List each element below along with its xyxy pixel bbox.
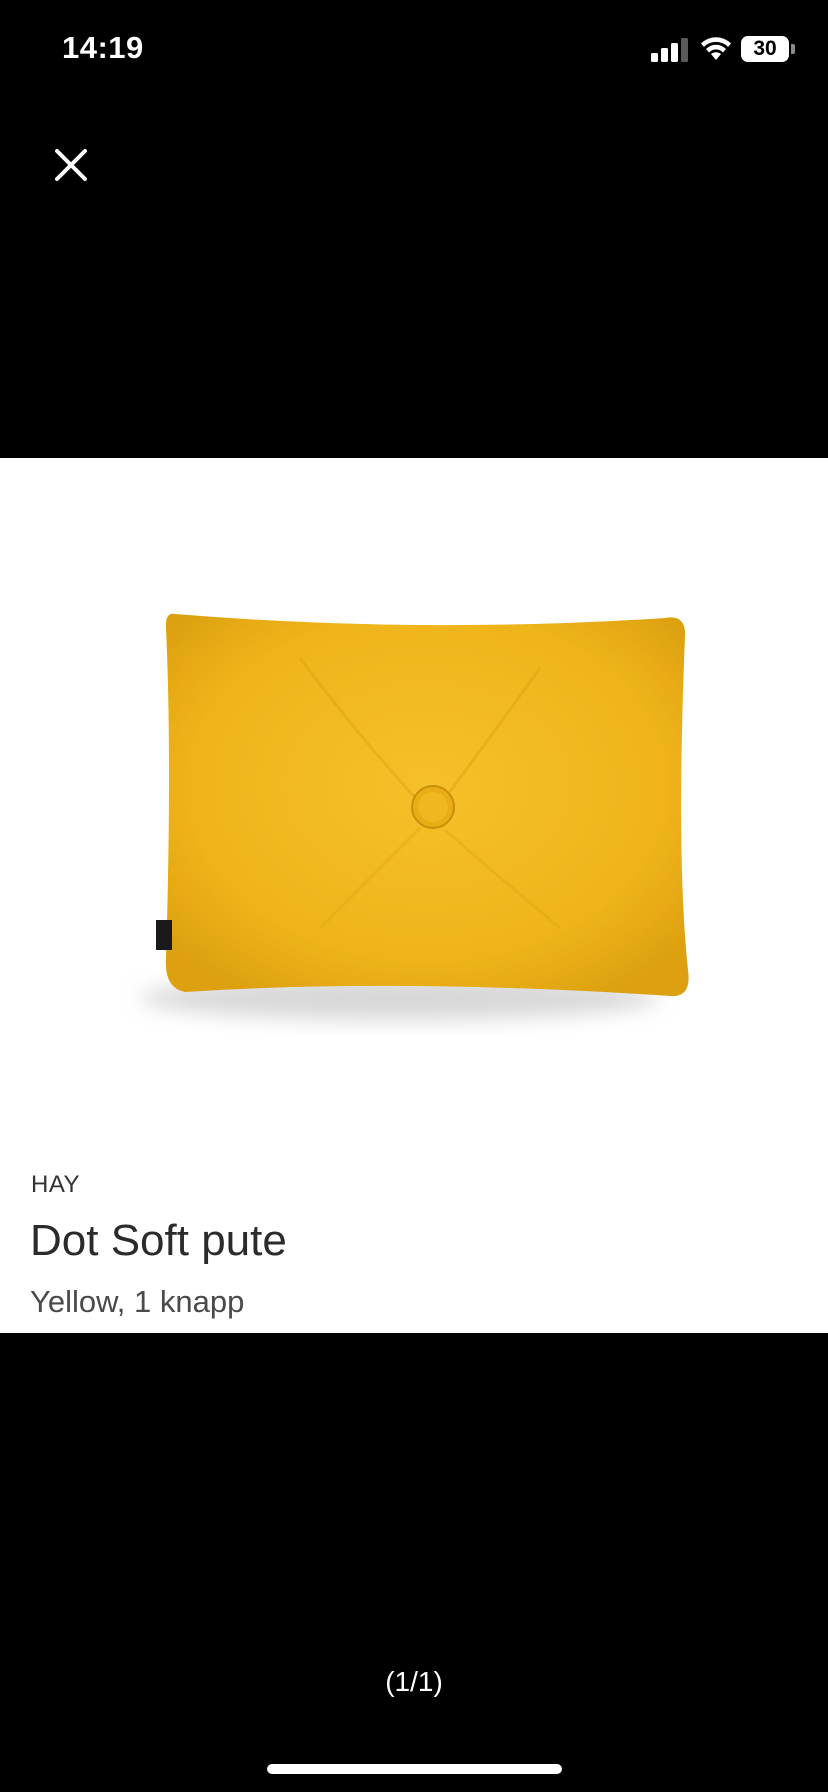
yellow-cushion-image	[0, 458, 828, 1138]
home-indicator[interactable]	[267, 1764, 562, 1774]
cellular-signal-icon	[651, 38, 688, 62]
wifi-icon	[701, 37, 731, 60]
product-name: Dot Soft pute	[30, 1216, 287, 1265]
close-button[interactable]	[46, 140, 96, 190]
page-counter: (1/1)	[385, 1666, 443, 1697]
product-brand: HAY	[31, 1171, 81, 1198]
close-icon	[55, 149, 87, 181]
battery-cap	[791, 44, 795, 54]
status-time: 14:19	[62, 30, 144, 65]
battery-level: 30	[741, 36, 789, 62]
product-variant: Yellow, 1 knapp	[30, 1284, 245, 1319]
status-bar: 14:19 30	[0, 0, 828, 100]
battery-indicator: 30	[741, 36, 795, 62]
product-card: HAY Dot Soft pute Yellow, 1 knapp	[0, 458, 828, 1333]
image-viewer-screen: 14:19 30 HAY Dot Soft pute Yellow, 1 kna…	[0, 0, 828, 1792]
